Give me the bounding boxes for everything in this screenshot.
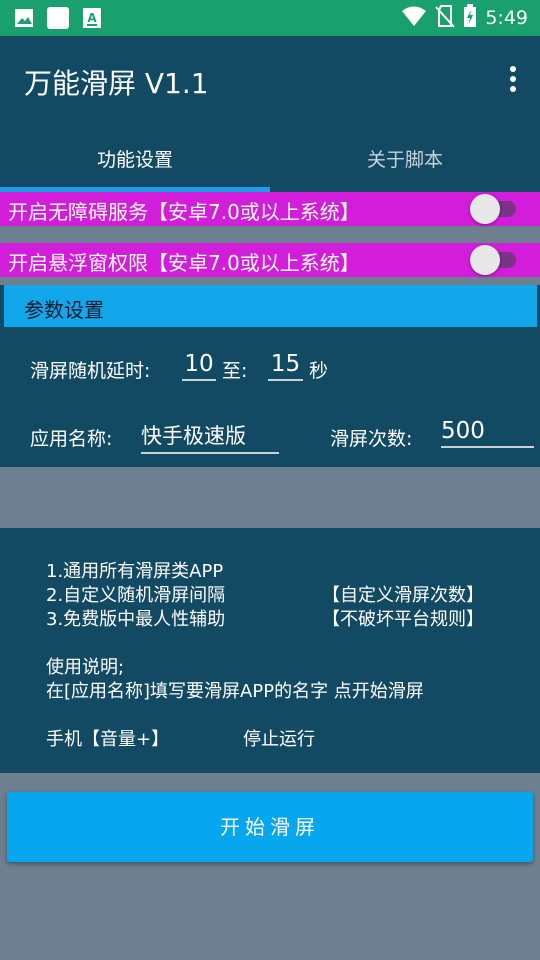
accessibility-toggle-label: 开启无障碍服务【安卓7.0或以上系统】 bbox=[8, 200, 360, 224]
overlay-toggle-row[interactable]: 开启悬浮窗权限【安卓7.0或以上系统】 bbox=[0, 243, 540, 277]
seconds-unit: 秒 bbox=[309, 360, 329, 382]
more-vert-icon[interactable] bbox=[506, 64, 520, 94]
font-download-icon: A bbox=[80, 6, 104, 30]
image-icon bbox=[12, 6, 36, 30]
usage-text: 在[应用名称]填写要滑屏APP的名字 点开始滑屏 bbox=[46, 681, 424, 702]
switch-knob bbox=[470, 194, 500, 224]
info-panel: 1.通用所有滑屏类APP 2.自定义随机滑屏间隔 【自定义滑屏次数】 3.免费版… bbox=[0, 528, 540, 773]
usage-title: 使用说明; bbox=[46, 657, 125, 678]
info-line-3-right: 【不破坏平台规则】 bbox=[322, 609, 484, 630]
wifi-icon bbox=[401, 5, 427, 31]
app-title: 万能滑屏 V1.1 bbox=[24, 67, 209, 100]
app-name-input[interactable]: 快手极速版 bbox=[141, 420, 279, 454]
info-line-3: 3.免费版中最人性辅助 bbox=[46, 609, 226, 630]
param-section: 参数设置 bbox=[0, 285, 540, 329]
swipe-count-input[interactable]: 500 bbox=[441, 418, 534, 448]
delay-max-input[interactable]: 15 bbox=[268, 351, 303, 381]
tab-about-script[interactable]: 关于脚本 bbox=[270, 124, 540, 192]
no-sim-icon bbox=[435, 4, 456, 32]
app-name-label: 应用名称: bbox=[30, 428, 113, 450]
params-panel: 滑屏随机延时: 10 至: 15 秒 应用名称: 快手极速版 滑屏次数: 500 bbox=[0, 329, 540, 467]
start-swipe-button[interactable]: 开始滑屏 bbox=[7, 792, 533, 862]
tab-function-settings[interactable]: 功能设置 bbox=[0, 124, 270, 192]
param-header: 参数设置 bbox=[4, 285, 537, 327]
overlay-switch[interactable] bbox=[470, 245, 516, 275]
overlay-toggle-label: 开启悬浮窗权限【安卓7.0或以上系统】 bbox=[8, 251, 360, 275]
blank-app-icon bbox=[46, 6, 70, 30]
tab-bar: 功能设置 关于脚本 bbox=[0, 124, 540, 192]
accessibility-switch[interactable] bbox=[470, 194, 516, 224]
status-bar: A 5:49 bbox=[0, 0, 540, 36]
accessibility-toggle-row[interactable]: 开启无障碍服务【安卓7.0或以上系统】 bbox=[0, 192, 540, 226]
to-label: 至: bbox=[222, 360, 248, 382]
app-bar: 万能滑屏 V1.1 bbox=[0, 36, 540, 124]
delay-min-input[interactable]: 10 bbox=[182, 351, 216, 381]
info-line-2: 2.自定义随机滑屏间隔 bbox=[46, 585, 226, 606]
switch-knob bbox=[470, 245, 500, 275]
battery-charging-icon bbox=[463, 4, 477, 32]
stop-text: 停止运行 bbox=[243, 729, 315, 750]
info-line-2-right: 【自定义滑屏次数】 bbox=[322, 585, 484, 606]
swipe-count-label: 滑屏次数: bbox=[330, 428, 413, 450]
status-time: 5:49 bbox=[485, 7, 528, 29]
info-line-1: 1.通用所有滑屏类APP bbox=[46, 561, 224, 582]
stop-key-text: 手机【音量+】 bbox=[46, 729, 170, 750]
svg-text:A: A bbox=[87, 11, 97, 25]
delay-label: 滑屏随机延时: bbox=[30, 360, 151, 382]
